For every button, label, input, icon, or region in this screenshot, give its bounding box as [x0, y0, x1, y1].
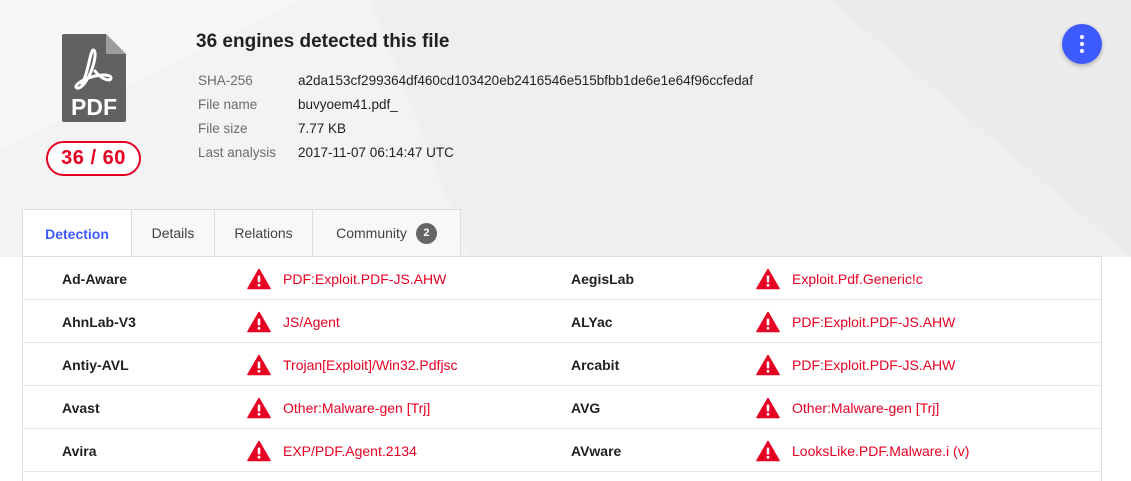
page-title: 36 engines detected this file	[196, 31, 450, 52]
detection-result: PDF:Exploit.PDF-JS.AHW	[283, 270, 447, 287]
engine-name: Avira	[62, 442, 97, 459]
detection-result: LooksLike.PDF.Malware.i (v)	[792, 442, 970, 459]
engine-name: ALYac	[571, 313, 613, 330]
warning-icon	[756, 429, 780, 472]
meta-row-file-size: File size 7.77 KB	[198, 116, 753, 140]
engine-name: Arcabit	[571, 356, 620, 373]
pdf-file-icon: PDF	[62, 34, 126, 122]
meta-label: Last analysis	[198, 144, 277, 160]
meta-value: 2017-11-07 06:14:47 UTC	[298, 144, 454, 160]
warning-icon	[247, 429, 271, 472]
engine-name: AegisLab	[571, 270, 635, 287]
detection-result: Other:Malware-gen [Trj]	[792, 399, 940, 416]
meta-label: SHA-256	[198, 72, 253, 88]
detection-result: EXP/PDF.Agent.2134	[283, 442, 417, 459]
tab-label: Detection	[45, 225, 109, 242]
warning-icon	[247, 300, 271, 343]
detection-result: Trojan[Exploit]/Win32.Pdfjsc	[283, 356, 458, 373]
warning-icon	[756, 300, 780, 343]
table-row: Avira EXP/PDF.Agent.2134 AVware LooksLik…	[23, 429, 1101, 472]
detection-panel: Ad-Aware PDF:Exploit.PDF-JS.AHW AegisLab…	[22, 256, 1102, 481]
meta-value: 7.77 KB	[298, 120, 347, 136]
warning-icon	[247, 257, 271, 300]
tab-community[interactable]: Community 2	[313, 209, 461, 257]
detection-result: PDF:Exploit.PDF-JS.AHW	[792, 313, 956, 330]
table-row: AhnLab-V3 JS/Agent ALYac PDF:Exploit.PDF…	[23, 300, 1101, 343]
engine-name: AVG	[571, 399, 601, 416]
meta-label: File size	[198, 120, 248, 136]
meta-row-file-name: File name buvyoem41.pdf_	[198, 92, 753, 116]
tab-label: Community	[336, 225, 407, 241]
engine-name: Ad-Aware	[62, 270, 128, 287]
table-row: Ad-Aware PDF:Exploit.PDF-JS.AHW AegisLab…	[23, 257, 1101, 300]
tab-label: Relations	[234, 225, 293, 241]
tab-details[interactable]: Details	[132, 209, 215, 257]
more-actions-button[interactable]	[1062, 24, 1102, 64]
meta-label: File name	[198, 96, 258, 112]
warning-icon	[247, 343, 271, 386]
table-row: Avast Other:Malware-gen [Trj] AVG Other:…	[23, 386, 1101, 429]
community-count-badge: 2	[415, 222, 437, 244]
meta-row-sha256: SHA-256 a2da153cf299364df460cd103420eb24…	[198, 68, 753, 92]
tab-detection[interactable]: Detection	[22, 209, 132, 258]
more-vert-icon-dot	[1080, 42, 1084, 46]
warning-icon	[756, 343, 780, 386]
engine-name: Avast	[62, 399, 100, 416]
pdf-label: PDF	[71, 94, 117, 120]
tab-relations[interactable]: Relations	[215, 209, 313, 257]
more-vert-icon-dot	[1080, 49, 1084, 53]
detection-result: PDF:Exploit.PDF-JS.AHW	[792, 356, 956, 373]
report-tabs: Detection Details Relations Community 2	[22, 209, 461, 258]
detection-result: JS/Agent	[283, 313, 340, 330]
detection-score-badge: 36 / 60	[46, 141, 141, 176]
engine-name: AhnLab-V3	[62, 313, 136, 330]
tab-label: Details	[151, 225, 195, 241]
warning-icon	[756, 257, 780, 300]
engine-name: Antiy-AVL	[62, 356, 129, 373]
meta-value: a2da153cf299364df460cd103420eb2416546e51…	[298, 72, 753, 88]
warning-icon	[756, 386, 780, 429]
file-metadata: SHA-256 a2da153cf299364df460cd103420eb24…	[198, 68, 753, 164]
engine-name: AVware	[571, 442, 622, 459]
detection-result: Exploit.Pdf.Generic!c	[792, 270, 923, 287]
meta-row-last-analysis: Last analysis 2017-11-07 06:14:47 UTC	[198, 140, 753, 164]
detection-result: Other:Malware-gen [Trj]	[283, 399, 431, 416]
table-row: Antiy-AVL Trojan[Exploit]/Win32.Pdfjsc A…	[23, 343, 1101, 386]
warning-icon	[247, 386, 271, 429]
more-vert-icon	[1080, 35, 1084, 39]
meta-value: buvyoem41.pdf_	[298, 96, 398, 112]
